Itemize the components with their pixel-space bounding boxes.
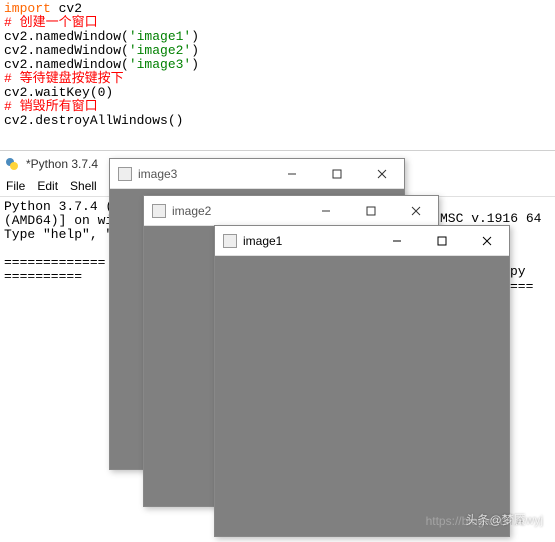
titlebar-image1[interactable]: image1 bbox=[215, 226, 509, 256]
maximize-button[interactable] bbox=[314, 159, 359, 188]
window-icon bbox=[152, 204, 166, 218]
window-title: image1 bbox=[243, 234, 282, 248]
shell-title: *Python 3.7.4 bbox=[26, 157, 98, 171]
shell-output-right2: py === bbox=[510, 264, 555, 294]
close-button[interactable] bbox=[393, 196, 438, 225]
code-line: cv2.namedWindow('image1') bbox=[4, 30, 555, 44]
window-title: image2 bbox=[172, 204, 211, 218]
module-name: cv2 bbox=[51, 1, 82, 16]
minimize-button[interactable] bbox=[303, 196, 348, 225]
window-image1[interactable]: image1 bbox=[214, 225, 510, 537]
window-title: image3 bbox=[138, 167, 177, 181]
keyword-import: import bbox=[4, 1, 51, 16]
window-icon bbox=[118, 167, 132, 181]
code-line: cv2.destroyAllWindows() bbox=[4, 114, 555, 128]
minimize-button[interactable] bbox=[269, 159, 314, 188]
code-comment: # 等待键盘按键按下 bbox=[4, 72, 555, 86]
maximize-button[interactable] bbox=[348, 196, 393, 225]
close-button[interactable] bbox=[359, 159, 404, 188]
menu-file[interactable]: File bbox=[6, 179, 25, 193]
string-literal: 'image1' bbox=[129, 29, 191, 44]
titlebar-image3[interactable]: image3 bbox=[110, 159, 404, 189]
maximize-button[interactable] bbox=[419, 226, 464, 255]
string-literal: 'image2' bbox=[129, 43, 191, 58]
code-line: cv2.waitKey(0) bbox=[4, 86, 555, 100]
window-content bbox=[215, 256, 509, 536]
code-line: cv2.namedWindow('image3') bbox=[4, 58, 555, 72]
menu-edit[interactable]: Edit bbox=[37, 179, 58, 193]
code-comment: # 创建一个窗口 bbox=[4, 16, 555, 30]
close-button[interactable] bbox=[464, 226, 509, 255]
minimize-button[interactable] bbox=[374, 226, 419, 255]
menu-shell[interactable]: Shell bbox=[70, 179, 97, 193]
watermark: 头条@梦魇wyj bbox=[465, 511, 543, 528]
code-editor: import cv2 # 创建一个窗口 cv2.namedWindow('ima… bbox=[0, 0, 555, 150]
code-comment: # 销毁所有窗口 bbox=[4, 100, 555, 114]
window-icon bbox=[223, 234, 237, 248]
python-icon bbox=[4, 156, 20, 172]
code-line: cv2.namedWindow('image2') bbox=[4, 44, 555, 58]
titlebar-image2[interactable]: image2 bbox=[144, 196, 438, 226]
string-literal: 'image3' bbox=[129, 57, 191, 72]
code-line: import cv2 bbox=[4, 2, 555, 16]
